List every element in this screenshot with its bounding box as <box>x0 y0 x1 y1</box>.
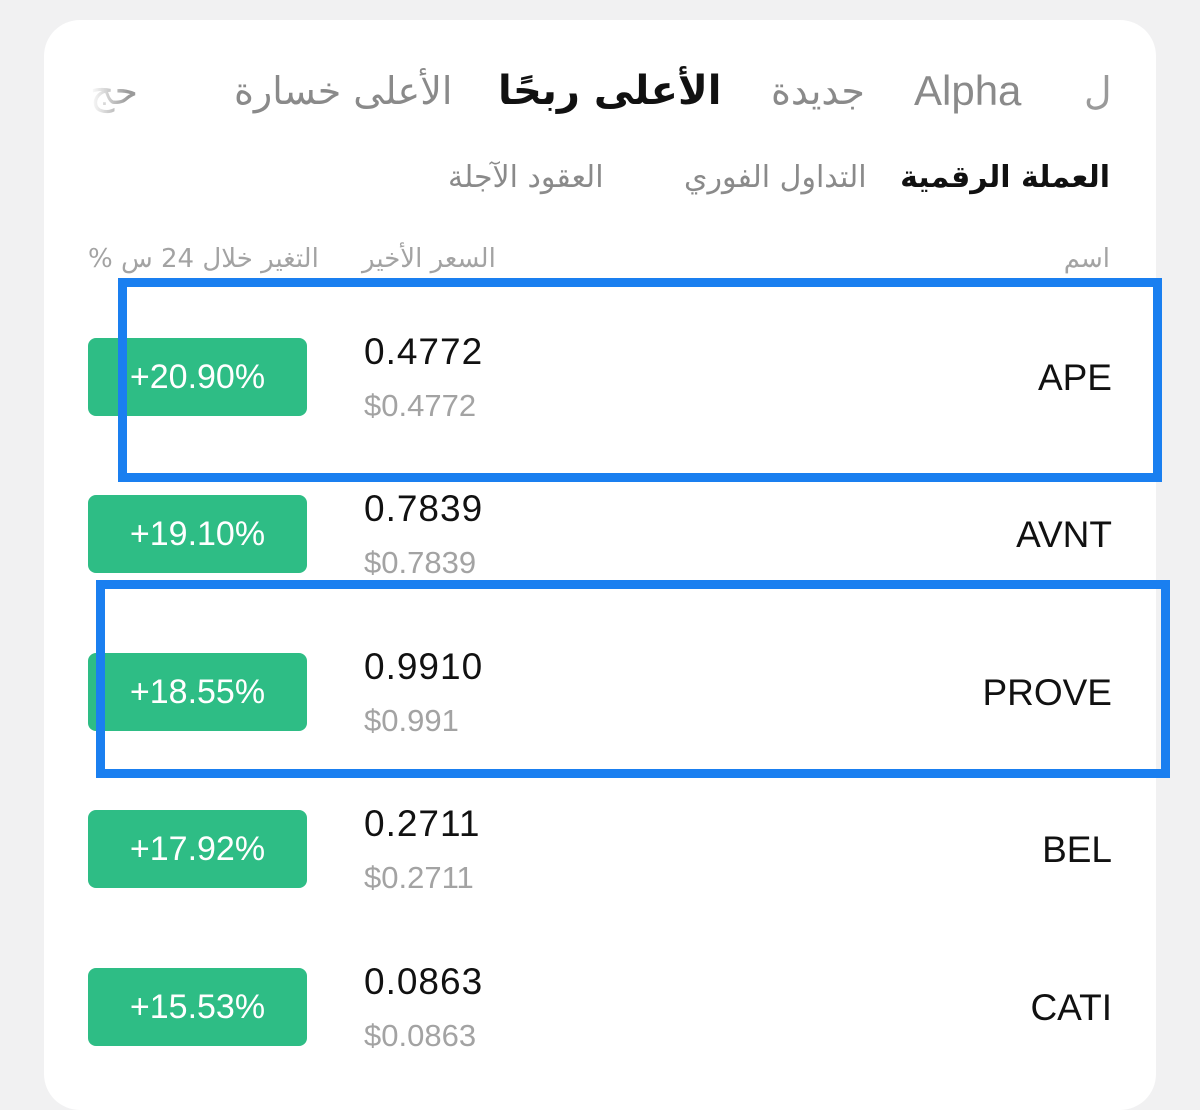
coin-symbol: BEL <box>1042 829 1112 870</box>
change-badge[interactable]: +20.90% <box>88 338 307 416</box>
change-badge[interactable]: +17.92% <box>88 810 307 888</box>
last-price: 0.0863 <box>364 961 484 1002</box>
coin-symbol: PROVE <box>982 672 1112 713</box>
usd-price: $0.991 <box>364 703 459 738</box>
column-header-last-price[interactable]: السعر الأخير <box>362 242 496 276</box>
usd-price: $0.4772 <box>364 388 477 423</box>
coin-symbol: AVNT <box>1016 514 1112 555</box>
change-badge[interactable]: +19.10% <box>88 495 307 573</box>
coin-symbol: CATI <box>1030 987 1112 1028</box>
change-badge[interactable]: +18.55% <box>88 653 307 731</box>
market-row[interactable]: +15.53% 0.0863 $0.0863 CATI <box>44 948 1156 1078</box>
last-price: 0.9910 <box>364 646 484 687</box>
market-row[interactable]: +20.90% 0.4772 $0.4772 APE <box>44 318 1156 448</box>
usd-price: $0.7839 <box>364 545 477 580</box>
coin-symbol: APE <box>1037 357 1112 398</box>
last-price: 0.4772 <box>364 331 484 372</box>
market-row[interactable]: +18.55% 0.9910 $0.991 PROVE <box>44 633 1156 763</box>
usd-price: $0.0863 <box>364 1018 477 1053</box>
tab-new[interactable]: جديدة <box>771 66 865 116</box>
tab-alpha[interactable]: Alpha <box>914 66 1021 116</box>
subtab-crypto[interactable]: العملة الرقمية <box>900 158 1110 198</box>
last-price: 0.2711 <box>364 803 481 844</box>
subtab-spot[interactable]: التداول الفوري <box>684 158 867 198</box>
change-badge[interactable]: +15.53% <box>88 968 307 1046</box>
tab-partial-right[interactable]: ل <box>1084 66 1112 116</box>
tab-partial-left[interactable]: حج <box>90 66 138 116</box>
last-price: 0.7839 <box>364 488 484 529</box>
tab-top-gainers[interactable]: الأعلى ربحًا <box>498 66 721 116</box>
column-header-change[interactable]: % التغير خلال 24 س <box>88 242 319 276</box>
tab-top-losers[interactable]: الأعلى خسارة <box>234 66 452 116</box>
usd-price: $0.2711 <box>364 860 474 895</box>
market-row[interactable]: +19.10% 0.7839 $0.7839 AVNT <box>44 475 1156 605</box>
subtab-futures[interactable]: العقود الآجلة <box>448 158 604 198</box>
market-row[interactable]: +17.92% 0.2711 $0.2711 BEL <box>44 790 1156 920</box>
market-card: حج الأعلى خسارة الأعلى ربحًا جديدة Alpha… <box>44 20 1156 1110</box>
column-header-name[interactable]: اسم <box>1064 242 1110 276</box>
